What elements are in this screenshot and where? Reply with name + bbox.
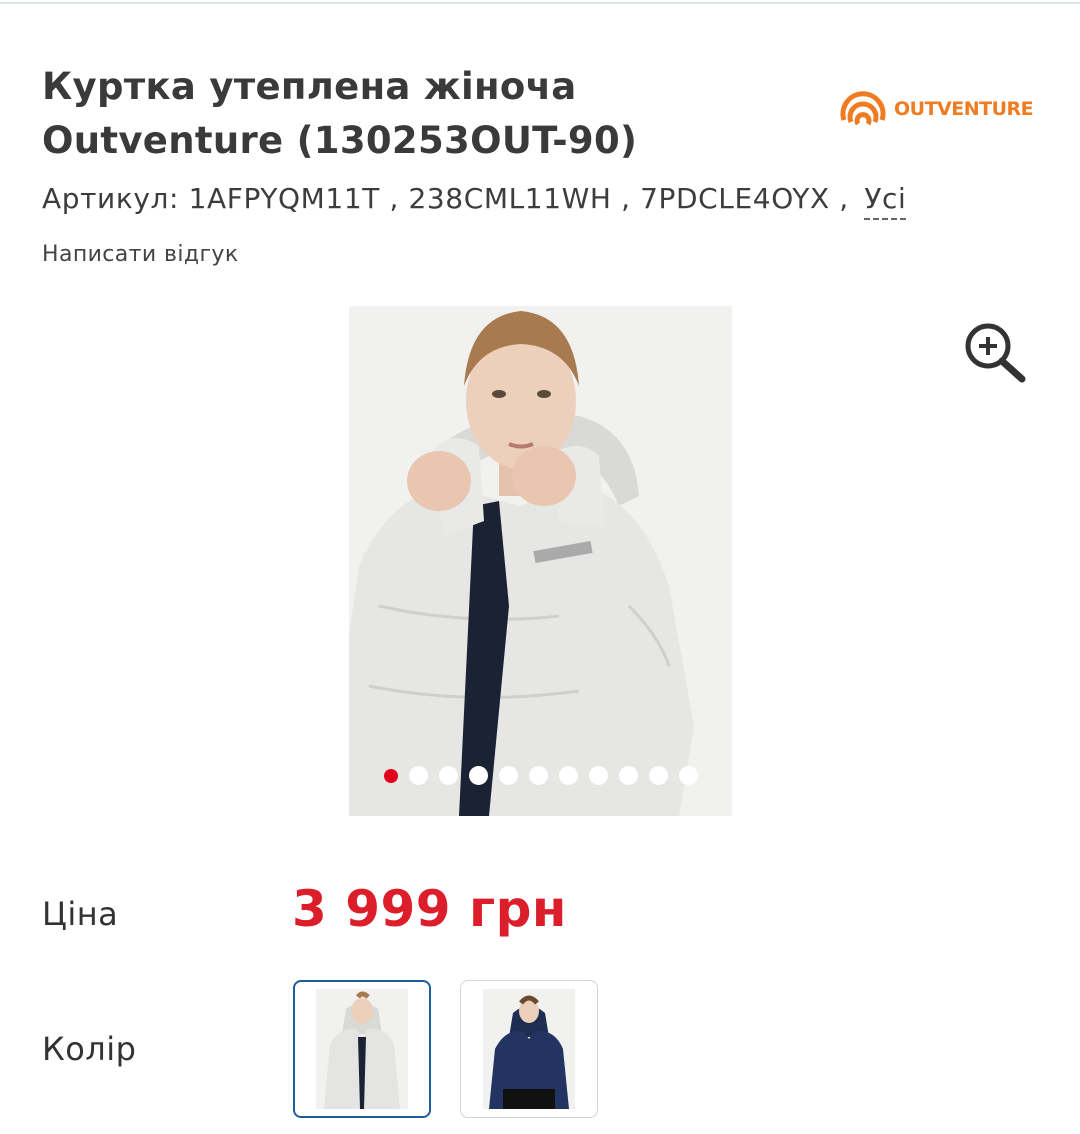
color-option-white[interactable] (293, 980, 431, 1118)
product-photo (349, 306, 732, 816)
gallery-dot[interactable] (588, 766, 608, 785)
brand-name: OUTVENTURE (894, 98, 1034, 120)
color-label: Колір (42, 1030, 137, 1068)
outventure-logo-icon (840, 91, 886, 126)
brand-logo[interactable]: OUTVENTURE (838, 84, 1048, 134)
gallery-dot[interactable] (438, 766, 458, 785)
product-page: Куртка утеплена жіноча Outventure (13025… (0, 0, 1080, 1134)
zoom-button[interactable] (962, 322, 1028, 384)
navy-jacket-thumbnail (483, 989, 575, 1109)
product-image-gallery[interactable] (349, 306, 732, 816)
gallery-dot[interactable] (383, 769, 398, 783)
price-label: Ціна (42, 895, 119, 933)
gallery-dot[interactable] (648, 766, 668, 785)
gallery-dot[interactable] (678, 766, 698, 785)
gallery-dot[interactable] (408, 766, 428, 785)
gallery-dot[interactable] (618, 766, 638, 785)
product-title-line2: Outventure (130253OUT-90) (42, 119, 638, 162)
product-title-line1: Куртка утеплена жіноча (42, 65, 577, 108)
gallery-dot[interactable] (498, 766, 518, 785)
gallery-dot[interactable] (468, 766, 488, 785)
gallery-pagination (349, 766, 732, 785)
sku-line: Артикул: 1AFPYQM11T , 238CML11WH , 7PDCL… (42, 182, 907, 220)
sku-label: Артикул: (42, 182, 180, 215)
gallery-dot[interactable] (528, 766, 548, 785)
gallery-dot[interactable] (558, 766, 578, 785)
product-title: Куртка утеплена жіноча Outventure (13025… (42, 60, 812, 168)
white-jacket-thumbnail (316, 989, 408, 1109)
write-review-link[interactable]: Написати відгук (42, 242, 239, 267)
price-value: 3 999 грн (292, 880, 567, 938)
sku-all-link[interactable]: Усі (864, 182, 907, 220)
color-option-navy[interactable] (460, 980, 598, 1118)
zoom-in-icon (965, 323, 1026, 383)
top-divider (0, 2, 1080, 4)
sku-values: 1AFPYQM11T , 238CML11WH , 7PDCLE4OYX , (188, 182, 849, 215)
